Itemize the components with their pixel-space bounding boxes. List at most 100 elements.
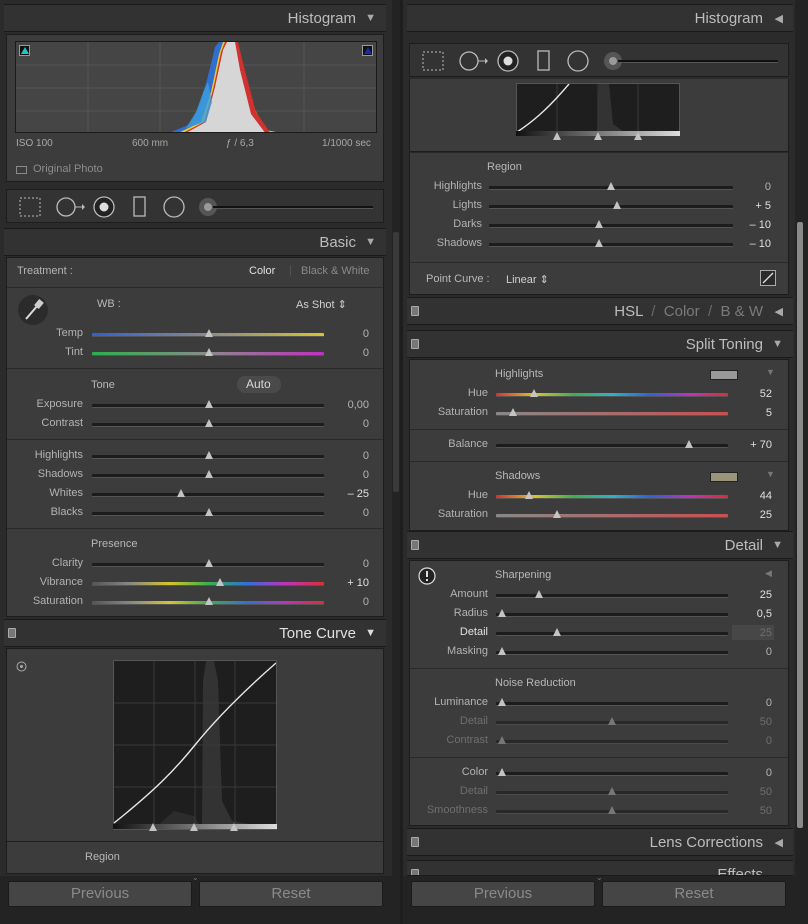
auto-tone-button[interactable]: Auto: [237, 376, 281, 393]
radial-filter-icon[interactable]: [566, 49, 590, 73]
region-lights-slider[interactable]: [489, 205, 733, 209]
balance-slider[interactable]: [496, 444, 728, 448]
luminance-slider-thumb[interactable]: [498, 698, 506, 706]
tint-slider-thumb[interactable]: [205, 348, 213, 356]
smoothness-slider-thumb[interactable]: [608, 806, 616, 814]
tab-color[interactable]: Color: [664, 303, 700, 320]
panel-switch-icon[interactable]: [8, 628, 16, 638]
radius-slider-thumb[interactable]: [498, 609, 506, 617]
histogram-graph[interactable]: [15, 41, 377, 133]
red-eye-icon[interactable]: [92, 195, 116, 219]
crop-overlay-icon[interactable]: [421, 50, 445, 72]
tab-bw[interactable]: B & W: [720, 303, 763, 320]
graduated-filter-icon[interactable]: [536, 50, 552, 72]
histogram-header[interactable]: Histogram ▼: [4, 4, 386, 32]
point-curve-select[interactable]: Linear ⇕: [506, 273, 549, 286]
balance-slider-thumb[interactable]: [685, 440, 693, 448]
original-photo-checkbox[interactable]: [16, 166, 27, 174]
clarity-slider-thumb[interactable]: [205, 559, 213, 567]
spot-removal-icon[interactable]: [55, 195, 85, 219]
previous-button[interactable]: Previous: [411, 881, 595, 907]
highlights-slider-thumb[interactable]: [205, 451, 213, 459]
detail-slider-thumb[interactable]: [553, 628, 561, 636]
basic-header[interactable]: Basic ▼: [4, 228, 386, 256]
split-point-shadows-thumb[interactable]: [149, 823, 157, 831]
contrast-slider-thumb[interactable]: [205, 419, 213, 427]
temp-slider-thumb[interactable]: [205, 329, 213, 337]
region-shadows-slider-thumb[interactable]: [595, 239, 603, 247]
blacks-slider-thumb[interactable]: [205, 508, 213, 516]
hsl-header[interactable]: HSL / Color / B & W ◀: [407, 297, 793, 325]
panel-switch-icon[interactable]: [411, 306, 419, 316]
luminance-detail-slider-thumb[interactable]: [608, 717, 616, 725]
histogram-header[interactable]: Histogram ◀: [407, 4, 793, 32]
panel-switch-icon[interactable]: [411, 869, 419, 875]
vibrance-slider-thumb[interactable]: [216, 578, 224, 586]
collapse-triangle-icon[interactable]: ▼: [365, 12, 376, 24]
right-scrollbar-thumb[interactable]: [797, 222, 803, 828]
chevron-down-icon[interactable]: ▼: [766, 367, 775, 377]
eyedropper-icon[interactable]: [17, 293, 49, 327]
luminance-slider[interactable]: [496, 702, 728, 706]
lens-corrections-header[interactable]: Lens Corrections ◀: [407, 828, 793, 856]
reset-button[interactable]: Reset: [602, 881, 786, 907]
spot-removal-icon[interactable]: [458, 49, 488, 73]
target-adjustment-icon[interactable]: [16, 661, 27, 672]
sh-saturation-slider-thumb[interactable]: [553, 510, 561, 518]
detail-slider[interactable]: [496, 632, 728, 636]
left-scrollbar-thumb[interactable]: [393, 232, 399, 492]
region-highlights-slider-thumb[interactable]: [607, 182, 615, 190]
luminance-contrast-slider[interactable]: [496, 740, 728, 744]
split-point-midtones-thumb[interactable]: [594, 132, 602, 140]
graduated-filter-icon[interactable]: [132, 196, 148, 218]
region-darks-slider-thumb[interactable]: [595, 220, 603, 228]
region-lights-slider-thumb[interactable]: [613, 201, 621, 209]
warning-icon[interactable]: [418, 567, 436, 585]
panel-switch-icon[interactable]: [411, 837, 419, 847]
shadow-clipping-icon[interactable]: [19, 45, 30, 56]
collapse-triangle-icon[interactable]: ▼: [365, 627, 376, 639]
wb-select[interactable]: As Shot ⇕: [296, 298, 347, 311]
panel-switch-icon[interactable]: [411, 339, 419, 349]
color-noise-slider-thumb[interactable]: [498, 768, 506, 776]
luminance-contrast-slider-thumb[interactable]: [498, 736, 506, 744]
amount-slider[interactable]: [496, 594, 728, 598]
whites-slider[interactable]: [92, 493, 324, 497]
hl-saturation-slider[interactable]: [496, 412, 728, 416]
tone-curve-graph[interactable]: [113, 660, 277, 830]
panel-switch-icon[interactable]: [411, 540, 419, 550]
expand-triangle-icon[interactable]: ◀: [775, 12, 783, 25]
split-point-midtones-thumb[interactable]: [190, 823, 198, 831]
red-eye-icon[interactable]: [496, 49, 520, 73]
split-point-shadows-thumb[interactable]: [553, 132, 561, 140]
split-point-highlights-thumb[interactable]: [230, 823, 238, 831]
detail-header[interactable]: Detail ▼: [407, 531, 793, 559]
hl-saturation-slider-thumb[interactable]: [509, 408, 517, 416]
color-detail-slider-thumb[interactable]: [608, 787, 616, 795]
color-noise-slider[interactable]: [496, 772, 728, 776]
edit-point-curve-icon[interactable]: [760, 270, 776, 286]
collapse-triangle-icon[interactable]: ▼: [365, 236, 376, 248]
treatment-bw-option[interactable]: Black & White: [301, 265, 369, 277]
tool-slider-track[interactable]: [213, 206, 373, 209]
tone-curve-graph[interactable]: [516, 83, 680, 135]
crop-overlay-icon[interactable]: [18, 196, 42, 218]
previous-button[interactable]: Previous: [8, 881, 192, 907]
masking-slider-thumb[interactable]: [498, 647, 506, 655]
highlight-clipping-icon[interactable]: [362, 45, 373, 56]
treatment-color-option[interactable]: Color: [249, 265, 275, 277]
saturation-slider-thumb[interactable]: [205, 597, 213, 605]
vibrance-slider[interactable]: [92, 582, 324, 586]
split-point-highlights-thumb[interactable]: [634, 132, 642, 140]
highlights-color-swatch[interactable]: [710, 370, 738, 380]
chevron-down-icon[interactable]: ▼: [766, 469, 775, 479]
radius-slider[interactable]: [496, 613, 728, 617]
sh-hue-slider-thumb[interactable]: [525, 491, 533, 499]
radial-filter-icon[interactable]: [162, 195, 186, 219]
shadows-slider-thumb[interactable]: [205, 470, 213, 478]
region-darks-slider[interactable]: [489, 224, 733, 228]
region-shadows-slider[interactable]: [489, 243, 733, 247]
tab-hsl[interactable]: HSL: [614, 303, 643, 320]
sh-saturation-slider[interactable]: [496, 514, 728, 518]
amount-slider-thumb[interactable]: [535, 590, 543, 598]
